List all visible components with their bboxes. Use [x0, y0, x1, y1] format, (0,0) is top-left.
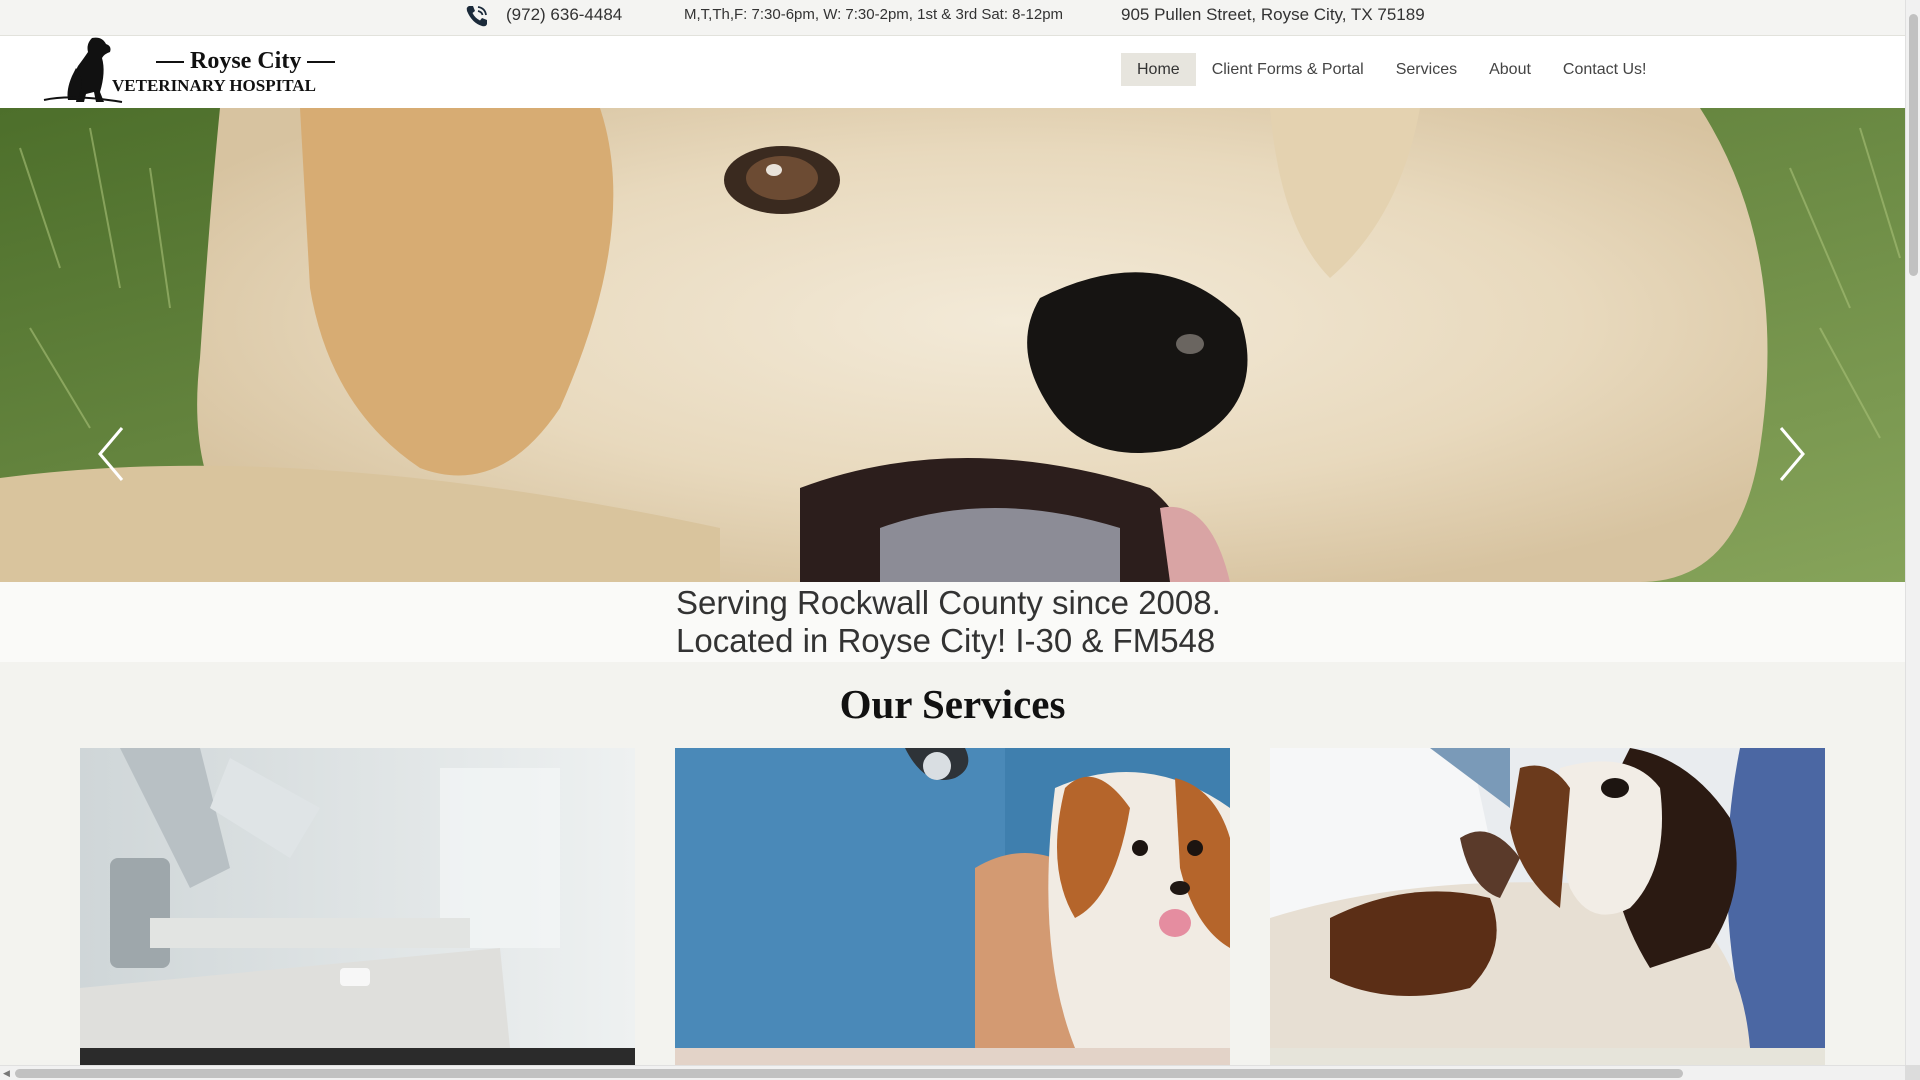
phone-icon [466, 6, 487, 27]
clinic-address: 905 Pullen Street, Royse City, TX 75189 [1121, 5, 1425, 24]
chevron-right-icon[interactable] [1777, 426, 1807, 482]
service-card-exam[interactable] [1270, 748, 1825, 1080]
horizontal-scrollbar-thumb[interactable] [15, 1069, 1683, 1078]
nav-services[interactable]: Services [1380, 53, 1473, 86]
office-hours: M,T,Th,F: 7:30-6pm, W: 7:30-2pm, 1st & 3… [684, 6, 1064, 23]
nav-about[interactable]: About [1473, 53, 1547, 86]
horizontal-scrollbar[interactable]: ◀ [0, 1065, 1905, 1080]
site-header: Royse City VETERINARY HOSPITAL Home Clie… [0, 36, 1905, 108]
top-info-bar: (972) 636-4484 M,T,Th,F: 7:30-6pm, W: 7:… [0, 0, 1905, 36]
chevron-left-icon[interactable] [96, 426, 126, 482]
nav-client-forms[interactable]: Client Forms & Portal [1196, 53, 1380, 86]
main-nav: Home Client Forms & Portal Services Abou… [1121, 53, 1663, 86]
dog-cat-logo-icon [43, 37, 123, 103]
nav-contact[interactable]: Contact Us! [1547, 53, 1663, 86]
page: (972) 636-4484 M,T,Th,F: 7:30-6pm, W: 7:… [0, 0, 1920, 1080]
service-card-wellness[interactable] [675, 748, 1230, 1080]
vet-with-dog-image [675, 748, 1230, 1048]
tagline-band: Serving Rockwall County since 2008. Loca… [0, 582, 1905, 662]
phone-number[interactable]: (972) 636-4484 [506, 5, 622, 25]
tagline-line-2: Located in Royse City! I-30 & FM548 [676, 622, 1216, 659]
tagline-line-1: Serving Rockwall County since 2008. [676, 584, 1221, 621]
microscope-image [80, 748, 635, 1048]
service-card-laboratory[interactable] [80, 748, 635, 1080]
scroll-left-arrow-icon[interactable]: ◀ [3, 1068, 10, 1079]
vertical-scrollbar-thumb[interactable] [1909, 14, 1918, 276]
services-heading: Our Services [839, 681, 1066, 727]
vertical-scrollbar[interactable] [1905, 0, 1920, 1080]
logo-title: Royse City [150, 48, 341, 75]
hero-slideshow [0, 108, 1905, 582]
logo-subtitle: VETERINARY HOSPITAL [112, 76, 316, 95]
nav-home[interactable]: Home [1121, 53, 1196, 86]
site-logo[interactable]: Royse City VETERINARY HOSPITAL [42, 36, 316, 108]
hero-puppy-image [0, 108, 1905, 582]
scrollbar-corner [1905, 1065, 1920, 1080]
basset-hound-image [1270, 748, 1825, 1048]
